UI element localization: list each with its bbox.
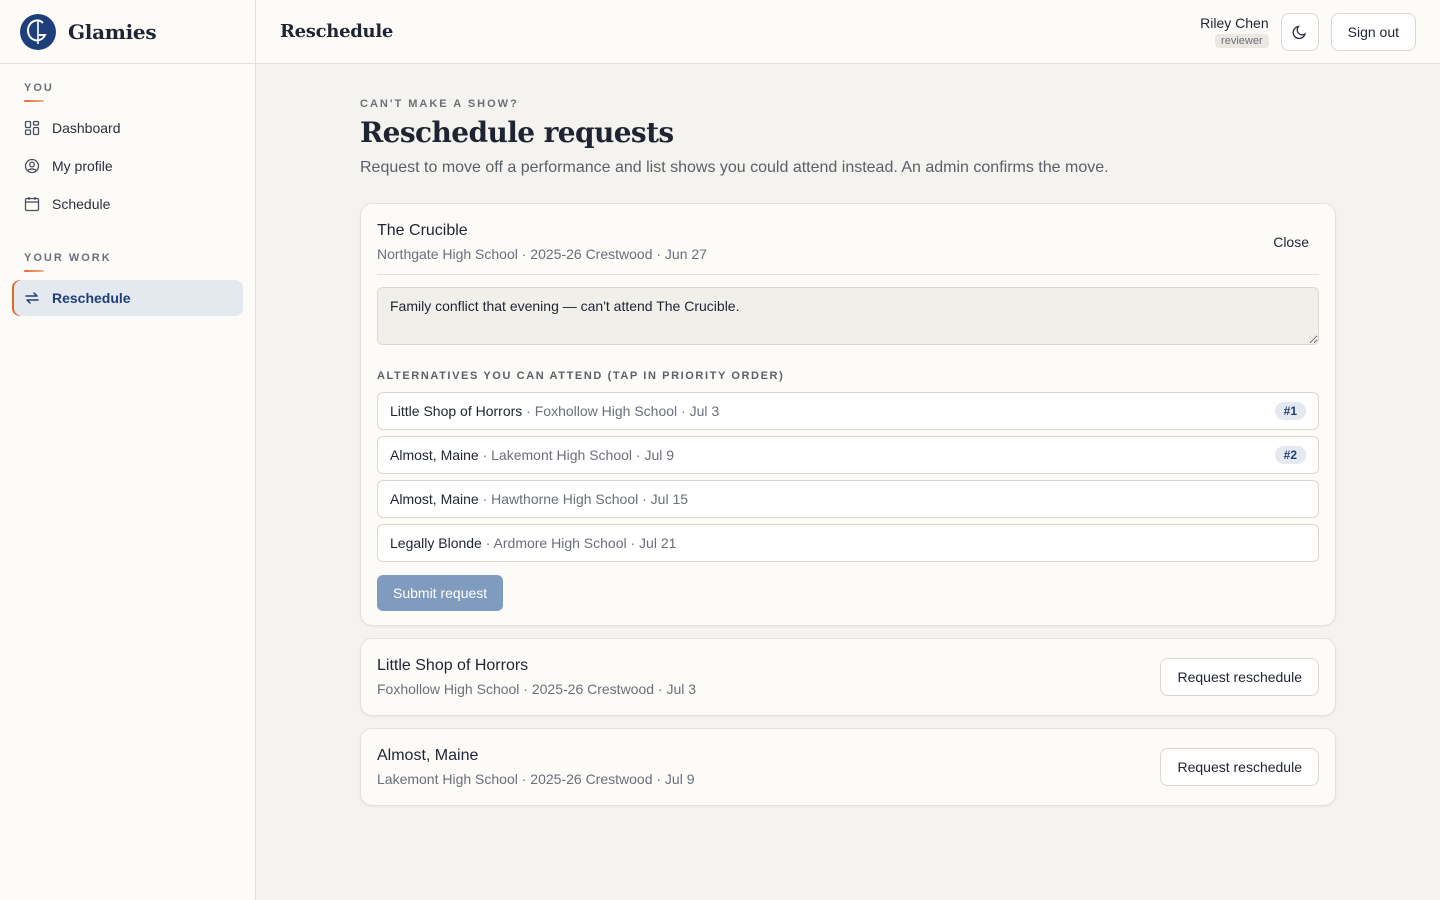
nav-heading: YOU: [24, 82, 54, 94]
request-reschedule-button[interactable]: Request reschedule: [1160, 658, 1319, 696]
sidebar-item-label: Dashboard: [52, 120, 121, 136]
eyebrow: CAN'T MAKE A SHOW?: [360, 98, 519, 110]
sidebar-item-label: Schedule: [52, 196, 111, 212]
show-title: Almost, Maine: [377, 747, 479, 764]
show-title: The Crucible: [377, 222, 468, 239]
alternatives-list: Little Shop of Horrors · Foxhollow High …: [377, 392, 1319, 562]
divider: [377, 274, 1319, 275]
nav-heading: YOUR WORK: [24, 252, 112, 264]
reason-textarea[interactable]: Family conflict that evening — can't att…: [377, 287, 1319, 345]
show-meta: Lakemont High School · 2025-26 Crestwood…: [377, 771, 695, 787]
alternative-option[interactable]: Almost, Maine · Hawthorne High School · …: [377, 480, 1319, 518]
priority-badge: #1: [1274, 402, 1306, 420]
sidebar-item-reschedule[interactable]: Reschedule: [12, 280, 243, 316]
show-meta: Foxhollow High School · 2025-26 Crestwoo…: [377, 681, 697, 697]
sidebar-item-label: Reschedule: [52, 290, 131, 306]
alternative-title: Little Shop of Horrors: [390, 403, 523, 419]
show-info: The Crucible Northgate High School · 202…: [377, 222, 707, 262]
heading: Reschedule requests: [360, 116, 674, 149]
page-title: Reschedule: [280, 21, 394, 42]
show-card: Almost, Maine Lakemont High School · 202…: [360, 728, 1336, 806]
nav-section-you: YOU Dashboard My profile Schedule: [0, 82, 255, 222]
close-button[interactable]: Close: [1263, 228, 1319, 256]
nav-heading-underline: [24, 270, 44, 272]
swap-icon: [24, 290, 40, 306]
show-info: Almost, Maine Lakemont High School · 202…: [377, 747, 695, 787]
alternatives-heading: ALTERNATIVES YOU CAN ATTEND (TAP IN PRIO…: [377, 370, 785, 382]
show-info: Little Shop of Horrors Foxhollow High Sc…: [377, 657, 696, 697]
nav-section-your-work: YOUR WORK Reschedule: [0, 252, 255, 316]
main-content: CAN'T MAKE A SHOW? Reschedule requests R…: [360, 64, 1336, 806]
reschedule-request-card: The Crucible Northgate High School · 202…: [360, 203, 1336, 626]
user-role-badge: reviewer: [1215, 33, 1269, 48]
show-title: Little Shop of Horrors: [377, 657, 529, 674]
alternative-title: Almost, Maine: [390, 491, 479, 507]
user-name: Riley Chen: [1200, 14, 1269, 31]
brand-name: Glamies: [68, 19, 157, 44]
alternative-title: Legally Blonde: [390, 535, 482, 551]
priority-badge: #2: [1274, 446, 1306, 464]
g-logo-icon: [20, 13, 56, 50]
sign-out-button[interactable]: Sign out: [1330, 12, 1416, 51]
card-header: The Crucible Northgate High School · 202…: [377, 204, 1319, 262]
grid-icon: [24, 120, 40, 136]
show-card: Little Shop of Horrors Foxhollow High Sc…: [360, 638, 1336, 716]
show-meta: Northgate High School · 2025-26 Crestwoo…: [377, 246, 707, 262]
alternative-details: · Ardmore High School · Jul 21: [481, 535, 677, 551]
sidebar-item-label: My profile: [52, 158, 113, 174]
alternative-option[interactable]: Little Shop of Horrors · Foxhollow High …: [377, 392, 1319, 430]
request-reschedule-button[interactable]: Request reschedule: [1160, 748, 1319, 786]
user-circle-icon: [24, 158, 40, 174]
alternative-details: · Lakemont High School · Jul 9: [478, 447, 675, 463]
nav-heading-underline: [24, 100, 44, 102]
moon-icon: [1292, 24, 1308, 40]
alternative-option[interactable]: Legally Blonde · Ardmore High School · J…: [377, 524, 1319, 562]
alternative-option[interactable]: Almost, Maine · Lakemont High School · J…: [377, 436, 1319, 474]
brand[interactable]: Glamies: [0, 0, 255, 64]
top-bar-actions: Riley Chen reviewer Sign out: [1200, 12, 1416, 51]
user-info: Riley Chen reviewer: [1200, 14, 1269, 49]
sidebar-item-schedule[interactable]: Schedule: [12, 186, 243, 222]
top-bar: Reschedule Riley Chen reviewer Sign out: [256, 0, 1440, 64]
theme-toggle-button[interactable]: [1280, 12, 1319, 51]
alternative-details: · Foxhollow High School · Jul 3: [522, 403, 720, 419]
alternative-details: · Hawthorne High School · Jul 15: [478, 491, 689, 507]
lede: Request to move off a performance and li…: [360, 159, 1109, 176]
alternative-title: Almost, Maine: [390, 447, 479, 463]
sidebar-item-dashboard[interactable]: Dashboard: [12, 110, 243, 146]
sidebar-item-my-profile[interactable]: My profile: [12, 148, 243, 184]
sidebar: Glamies YOU Dashboard My profile Schedul…: [0, 0, 256, 900]
calendar-icon: [24, 196, 40, 212]
submit-request-button[interactable]: Submit request: [377, 575, 504, 611]
